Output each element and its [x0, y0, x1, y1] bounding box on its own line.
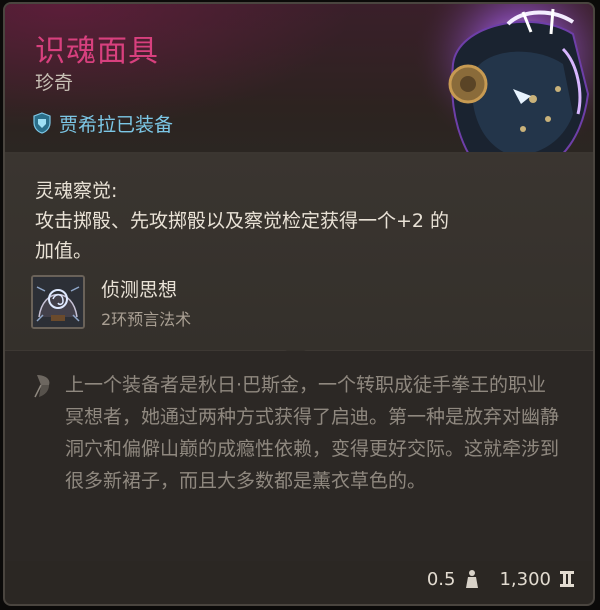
lore-section: 上一个装备者是秋日·巴斯金，一个转职成徒手拳王的职业冥想者，她通过两种方式获得了…: [5, 351, 593, 561]
equipped-status: 贾希拉已装备: [33, 110, 173, 136]
quill-icon: [34, 375, 50, 398]
item-footer: 0.5 1,300: [427, 564, 575, 594]
item-tooltip: 识魂面具 珍奇 贾希拉已装备 灵魂察觉: 攻击掷骰、先攻掷骰以及察觉检定获得一个…: [3, 2, 595, 606]
detect-thoughts-icon[interactable]: [31, 275, 85, 329]
gold-coin-icon: [560, 571, 574, 587]
item-rarity: 珍奇: [35, 72, 74, 94]
helmet-shield-icon: [33, 112, 51, 134]
item-value: 1,300: [499, 568, 551, 590]
item-weight: 0.5: [426, 568, 456, 590]
spell-entry[interactable]: 侦测思想 2环预言法术: [31, 274, 191, 330]
spell-name: 侦测思想: [101, 278, 178, 301]
spell-level: 2环预言法术: [101, 309, 192, 329]
detect-thoughts-glyph: [33, 277, 83, 327]
soul-mask-art: [413, 4, 593, 174]
weight-icon: [466, 570, 479, 588]
lore-text: 上一个装备者是秋日·巴斯金，一个转职成徒手拳王的职业冥想者，她通过两种方式获得了…: [65, 374, 560, 492]
tooltip-header: 识魂面具 珍奇 贾希拉已装备: [5, 4, 593, 174]
ability-description: 攻击掷骰、先攻掷骰以及察觉检定获得一个+2 的加值。: [35, 210, 450, 262]
ability-title: 灵魂察觉:: [35, 180, 118, 202]
item-name: 识魂面具: [35, 34, 159, 69]
equipped-label: 贾希拉已装备: [59, 113, 174, 136]
ability-section: 灵魂察觉: 攻击掷骰、先攻掷骰以及察觉检定获得一个+2 的加值。 侦测思想 2环…: [5, 154, 593, 350]
spell-texts: 侦测思想 2环预言法术: [101, 275, 191, 330]
